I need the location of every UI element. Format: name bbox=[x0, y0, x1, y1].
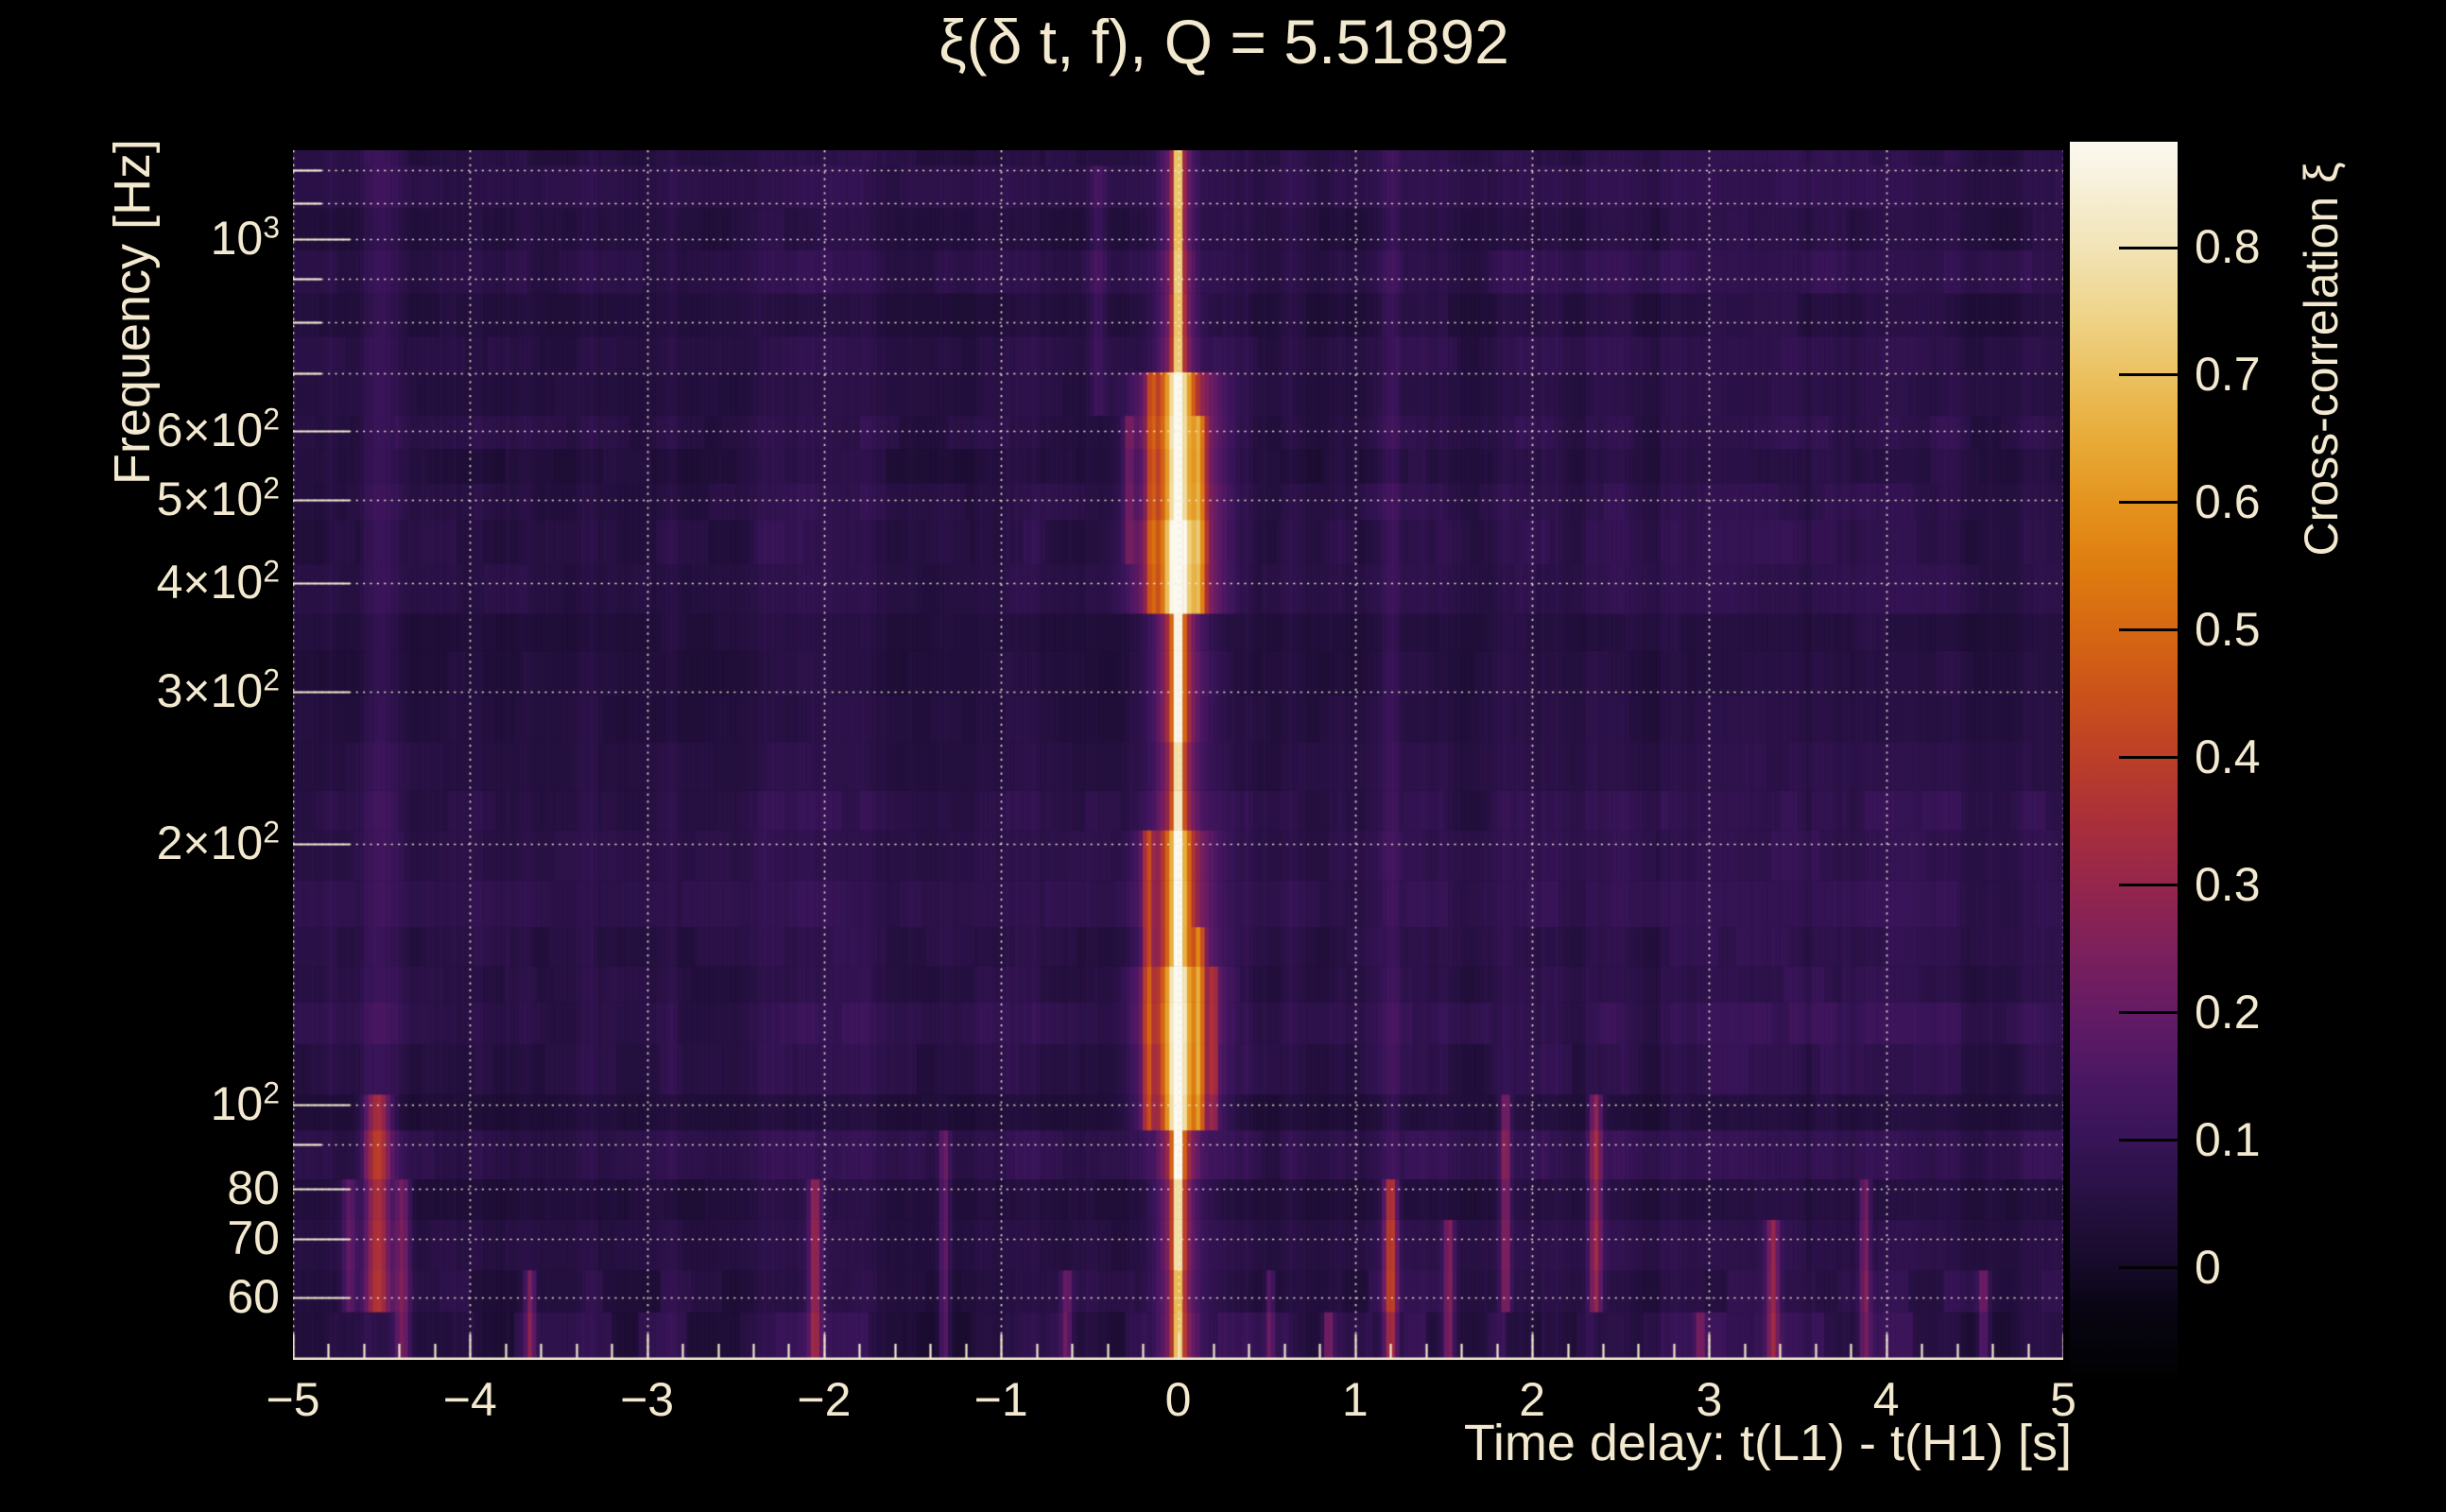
y-tick-label: 60 bbox=[227, 1269, 280, 1323]
colorbar-tick-mark bbox=[2119, 1139, 2178, 1143]
colorbar-tick-label: 0.3 bbox=[2195, 857, 2261, 911]
y-tick-label: 103 bbox=[210, 210, 280, 265]
colorbar-tick-mark bbox=[2119, 246, 2178, 249]
colorbar-tick-label: 0.1 bbox=[2195, 1112, 2261, 1166]
x-tick-label: −3 bbox=[620, 1373, 675, 1426]
x-tick-label: 0 bbox=[1164, 1373, 1192, 1426]
colorbar-tick-label: 0.4 bbox=[2195, 730, 2261, 783]
y-tick-label: 3×102 bbox=[156, 662, 280, 718]
heatmap-plot bbox=[293, 150, 2063, 1360]
colorbar-tick-label: 0.5 bbox=[2195, 602, 2261, 656]
y-tick-label: 102 bbox=[210, 1075, 280, 1131]
x-tick-label: −5 bbox=[266, 1373, 320, 1426]
x-tick-label: −1 bbox=[973, 1373, 1028, 1426]
colorbar-title: Cross-correlation ξ bbox=[2295, 162, 2348, 557]
colorbar-tick-mark bbox=[2119, 884, 2178, 887]
x-axis-title: Time delay: t(L1) - t(H1) [s] bbox=[1463, 1415, 2072, 1471]
colorbar-tick-mark bbox=[2119, 756, 2178, 760]
y-tick-label: 4×102 bbox=[156, 554, 280, 610]
colorbar-tick-label: 0.8 bbox=[2195, 219, 2261, 273]
x-tick-label: 1 bbox=[1341, 1373, 1369, 1426]
colorbar-tick-mark bbox=[2119, 628, 2178, 632]
y-tick-label: 70 bbox=[227, 1211, 280, 1265]
colorbar-tick-label: 0.7 bbox=[2195, 347, 2261, 401]
colorbar-tick-mark bbox=[2119, 1266, 2178, 1270]
y-axis-title: Frequency [Hz] bbox=[104, 138, 161, 486]
colorbar-tick-mark bbox=[2119, 373, 2178, 377]
x-tick-label: −4 bbox=[442, 1373, 497, 1426]
colorbar-tick-mark bbox=[2119, 1011, 2178, 1015]
colorbar-gradient bbox=[2070, 142, 2178, 1379]
figure-canvas: ξ(δ t, f), Q = 5.51892 Frequency [Hz] 10… bbox=[0, 0, 2446, 1512]
y-tick-label: 6×102 bbox=[156, 402, 280, 457]
colorbar-tick-label: 0.6 bbox=[2195, 474, 2261, 528]
colorbar-tick-mark bbox=[2119, 501, 2178, 505]
y-tick-label: 2×102 bbox=[156, 815, 280, 870]
y-tick-label: 80 bbox=[227, 1161, 280, 1215]
colorbar-tick-label: 0.2 bbox=[2195, 985, 2261, 1039]
colorbar-tick-label: 0 bbox=[2195, 1240, 2221, 1294]
chart-title: ξ(δ t, f), Q = 5.51892 bbox=[939, 7, 1509, 77]
x-tick-label: −2 bbox=[797, 1373, 852, 1426]
y-tick-label: 5×102 bbox=[156, 471, 280, 525]
